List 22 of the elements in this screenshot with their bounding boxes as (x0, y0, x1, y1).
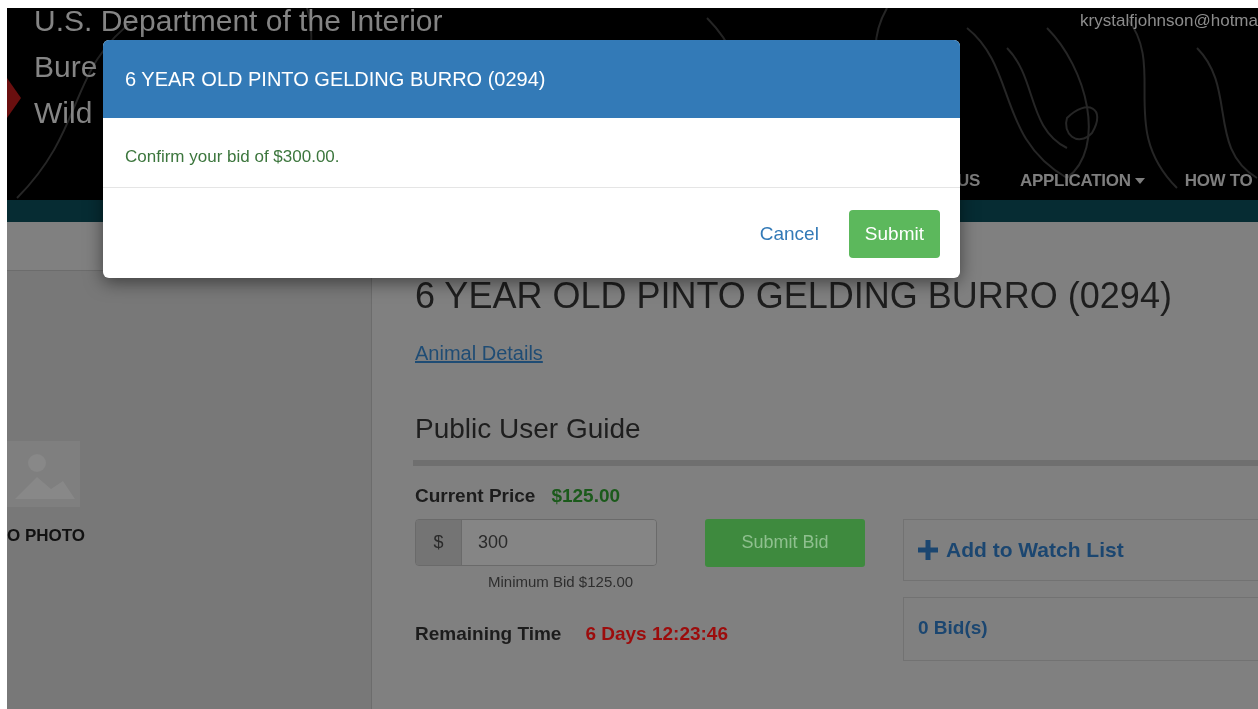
modal-title: 6 YEAR OLD PINTO GELDING BURRO (0294) (103, 40, 960, 118)
price-label: Current Price (415, 484, 536, 508)
agency-name-line: Wild (34, 95, 93, 131)
submit-button[interactable]: Submit (848, 209, 940, 258)
nav-link[interactable]: APPLICATION (1020, 168, 1145, 194)
nav-link[interactable]: HOW TO (1184, 168, 1253, 194)
agency-name-line: Bure (34, 49, 98, 85)
remaining-time-value: 6 Days 12:23:46 (585, 622, 728, 646)
photo-caption: O PHOTO (7, 525, 86, 547)
minimum-bid-note: Minimum Bid $125.00 (488, 571, 635, 592)
cancel-button[interactable]: Cancel (759, 219, 819, 248)
plus-icon (918, 539, 938, 560)
price-value: $125.00 (551, 484, 621, 508)
animal-title: 6 YEAR OLD PINTO GELDING BURRO (0294) (415, 274, 1173, 318)
confirm-message: Confirm your bid of $300.00. (103, 118, 960, 188)
bid-count: 0 Bid(s) (903, 596, 1258, 661)
agency-name-line: U.S. Department of the Interior (34, 8, 443, 39)
section-title: Public User Guide (415, 412, 642, 446)
bid-input-group[interactable]: $ 300 (415, 518, 657, 566)
remaining-time-label: Remaining Time (415, 622, 562, 646)
user-email[interactable]: krystalfjohnson@hotma (1080, 8, 1258, 34)
watch-list-button[interactable]: Add to Watch List (903, 518, 1258, 581)
